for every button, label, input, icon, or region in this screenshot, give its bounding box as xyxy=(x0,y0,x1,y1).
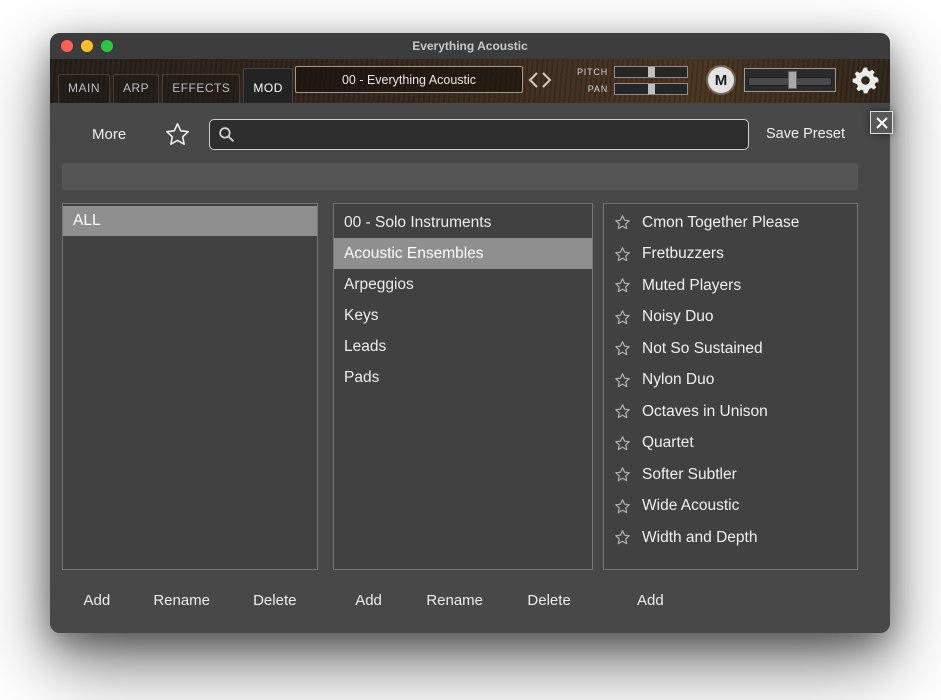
bank-rename-button[interactable]: Rename xyxy=(426,592,483,609)
preset-item[interactable]: Quartet xyxy=(604,428,857,460)
search-icon xyxy=(218,126,235,143)
volume-slider-handle[interactable] xyxy=(788,71,797,89)
search-box[interactable] xyxy=(209,119,749,150)
category-item[interactable]: ALL xyxy=(63,206,317,236)
traffic-lights xyxy=(61,40,113,52)
preset-label: Muted Players xyxy=(642,277,741,295)
pitch-pan-section: PITCH PAN xyxy=(570,65,688,99)
midi-button[interactable]: M xyxy=(708,67,734,93)
more-button[interactable]: More xyxy=(92,126,126,143)
search-input[interactable] xyxy=(241,126,740,142)
preset-star-icon[interactable] xyxy=(614,403,631,420)
bank-item[interactable]: Keys xyxy=(334,300,592,331)
bank-delete-button[interactable]: Delete xyxy=(527,592,570,609)
bank-item[interactable]: Pads xyxy=(334,362,592,393)
pitch-label: PITCH xyxy=(570,67,614,77)
category-list: ALL xyxy=(62,203,318,570)
preset-label: Fretbuzzers xyxy=(642,245,724,263)
filter-info-bar xyxy=(62,163,858,190)
preset-item[interactable]: Wide Acoustic xyxy=(604,491,857,523)
preset-star-icon[interactable] xyxy=(614,372,631,389)
preset-selector: 00 - Everything Acoustic xyxy=(295,66,552,93)
volume-slider[interactable] xyxy=(744,68,836,92)
bank-actions: Add Rename Delete xyxy=(333,585,593,615)
desktop: Everything Acoustic MAIN ARP EFFECTS MOD… xyxy=(0,0,941,700)
preset-label: Nylon Duo xyxy=(642,371,714,389)
preset-nav xyxy=(528,71,552,89)
bank-add-button[interactable]: Add xyxy=(355,592,382,609)
category-delete-button[interactable]: Delete xyxy=(253,592,296,609)
close-browser-button[interactable] xyxy=(870,111,893,134)
preset-label: Softer Subtler xyxy=(642,466,737,484)
list-actions: Add Rename Delete Add Rename Delete Add xyxy=(50,585,890,615)
preset-add-button[interactable]: Add xyxy=(637,592,664,609)
preset-star-icon[interactable] xyxy=(614,529,631,546)
preset-star-icon[interactable] xyxy=(614,498,631,515)
bank-list: 00 - Solo Instruments Acoustic Ensembles… xyxy=(333,203,593,570)
pan-slider-handle[interactable] xyxy=(648,84,655,94)
preset-star-icon[interactable] xyxy=(614,466,631,483)
preset-label: Wide Acoustic xyxy=(642,497,739,515)
preset-label: Octaves in Unison xyxy=(642,403,768,421)
save-preset-button[interactable]: Save Preset xyxy=(766,126,845,142)
tab-main[interactable]: MAIN xyxy=(58,74,110,103)
tab-arp[interactable]: ARP xyxy=(113,74,159,103)
category-add-button[interactable]: Add xyxy=(84,592,111,609)
category-actions: Add Rename Delete xyxy=(62,585,318,615)
preset-item[interactable]: Not So Sustained xyxy=(604,333,857,365)
preset-item[interactable]: Muted Players xyxy=(604,270,857,302)
preset-label: Cmon Together Please xyxy=(642,214,799,232)
tab-effects[interactable]: EFFECTS xyxy=(162,74,240,103)
app-window: Everything Acoustic MAIN ARP EFFECTS MOD… xyxy=(50,33,890,633)
pitch-slider[interactable] xyxy=(614,66,688,78)
next-preset-button[interactable] xyxy=(541,71,552,89)
category-rename-button[interactable]: Rename xyxy=(153,592,210,609)
preset-star-icon[interactable] xyxy=(614,435,631,452)
pan-label: PAN xyxy=(570,84,614,94)
plugin-header: MAIN ARP EFFECTS MOD 00 - Everything Aco… xyxy=(50,59,890,103)
traffic-close-button[interactable] xyxy=(61,40,73,52)
preset-item[interactable]: Noisy Duo xyxy=(604,302,857,334)
pan-slider[interactable] xyxy=(614,83,688,95)
traffic-zoom-button[interactable] xyxy=(101,40,113,52)
preset-actions: Add xyxy=(603,585,858,615)
preset-item[interactable]: Cmon Together Please xyxy=(604,207,857,239)
preset-label: Quartet xyxy=(642,434,694,452)
preset-label: Not So Sustained xyxy=(642,340,763,358)
preset-star-icon[interactable] xyxy=(614,246,631,263)
preset-display[interactable]: 00 - Everything Acoustic xyxy=(295,66,523,93)
traffic-minimize-button[interactable] xyxy=(81,40,93,52)
preset-star-icon[interactable] xyxy=(614,340,631,357)
bank-item[interactable]: Arpeggios xyxy=(334,269,592,300)
bank-item[interactable]: 00 - Solo Instruments xyxy=(334,207,592,238)
prev-preset-button[interactable] xyxy=(528,71,539,89)
tab-mod[interactable]: MOD xyxy=(243,68,293,103)
bank-item[interactable]: Acoustic Ensembles xyxy=(334,238,592,269)
preset-item[interactable]: Nylon Duo xyxy=(604,365,857,397)
preset-label: Noisy Duo xyxy=(642,308,714,326)
favorites-star-button[interactable] xyxy=(164,121,191,148)
pitch-slider-handle[interactable] xyxy=(648,67,655,77)
preset-label: Width and Depth xyxy=(642,529,757,547)
preset-item[interactable]: Softer Subtler xyxy=(604,459,857,491)
preset-star-icon[interactable] xyxy=(614,277,631,294)
preset-browser: More Save Preset ALL 00 - Solo Instrumen… xyxy=(50,103,890,633)
preset-star-icon[interactable] xyxy=(614,309,631,326)
window-title: Everything Acoustic xyxy=(412,39,528,53)
preset-list: Cmon Together Please Fretbuzzers Muted P… xyxy=(603,203,858,570)
bank-item[interactable]: Leads xyxy=(334,331,592,362)
tab-bar: MAIN ARP EFFECTS MOD xyxy=(58,68,296,103)
preset-item[interactable]: Width and Depth xyxy=(604,522,857,554)
settings-gear-icon[interactable] xyxy=(850,65,881,96)
preset-item[interactable]: Octaves in Unison xyxy=(604,396,857,428)
preset-star-icon[interactable] xyxy=(614,214,631,231)
titlebar[interactable]: Everything Acoustic xyxy=(50,33,890,59)
preset-item[interactable]: Fretbuzzers xyxy=(604,239,857,271)
browser-toolbar: More Save Preset xyxy=(50,117,890,151)
